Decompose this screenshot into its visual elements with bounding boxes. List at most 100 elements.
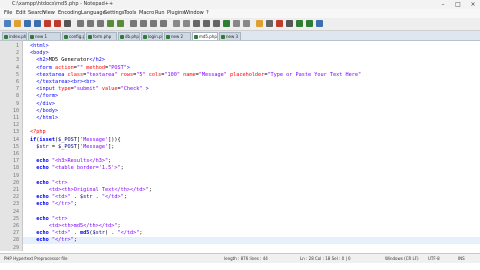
code-line[interactable]: 9 </div>	[0, 101, 480, 108]
sync-v-icon[interactable]	[173, 20, 180, 27]
menu-run[interactable]: Run	[155, 10, 165, 16]
menu-settings[interactable]: Settings	[104, 10, 125, 16]
code-line[interactable]: 18 echo "<table border='1.5'>";	[0, 165, 480, 172]
code-line[interactable]: 7 <input type="submit" value="Check" >	[0, 86, 480, 93]
code-line[interactable]: 23 echo "</tr>";	[0, 201, 480, 208]
code-text: <h2>MD5 Generator</h2>	[30, 57, 105, 64]
code-token: <form	[30, 64, 55, 71]
code-line[interactable]: 2 <body>	[0, 50, 480, 57]
code-line[interactable]: 11 </html>	[0, 115, 480, 122]
tab-md5-php[interactable]: md5.php	[192, 32, 218, 40]
code-line[interactable]: 12	[0, 122, 480, 129]
monitor-icon[interactable]	[266, 20, 273, 27]
lang-icon[interactable]	[223, 20, 230, 27]
code-line[interactable]: 8 </form>	[0, 93, 480, 100]
file-status-icon	[221, 35, 225, 39]
tab-db-php[interactable]: db.php	[118, 32, 140, 40]
code-line[interactable]: 17 echo "<h3>Results</h3>";	[0, 158, 480, 165]
find-icon[interactable]	[130, 20, 137, 27]
code-line[interactable]: 14 if(isset($_POST['Message'])){	[0, 137, 480, 144]
code-line[interactable]: 26 <td><th>md5</th></td>";	[0, 223, 480, 230]
save-all-icon[interactable]	[34, 20, 41, 27]
menu-encoding[interactable]: Encoding	[58, 10, 81, 16]
folder-icon[interactable]	[256, 20, 263, 27]
menu-edit[interactable]: Edit	[16, 10, 26, 16]
undo-icon[interactable]	[107, 20, 114, 27]
code-line[interactable]: 28 echo "</tr>";	[0, 237, 480, 245]
doc-map-icon[interactable]	[233, 20, 240, 27]
open-file-icon[interactable]	[14, 20, 21, 27]
wrap-icon[interactable]	[193, 20, 200, 27]
code-token: ])){	[108, 136, 121, 143]
copy-icon[interactable]	[87, 20, 94, 27]
menu-language[interactable]: Language	[81, 10, 106, 16]
print-icon[interactable]	[64, 20, 71, 27]
record-macro-icon[interactable]	[276, 20, 283, 27]
toolbar	[0, 18, 480, 31]
code-token: </textarea>	[30, 79, 71, 85]
run-macro-icon[interactable]	[306, 20, 313, 27]
tab-config-php[interactable]: config.php	[62, 32, 85, 40]
code-text: <td><th>md5</th></td>";	[30, 223, 121, 230]
code-line[interactable]: 24	[0, 209, 480, 216]
new-file-icon[interactable]	[4, 20, 11, 27]
minimize-button[interactable]: –	[436, 0, 450, 9]
code-editor[interactable]: 1 <html> 2 <body> 3 <h2>MD5 Generator</h2> 4 …	[0, 41, 480, 251]
code-line[interactable]: 22 echo "<td>" . $str . "</td>";	[0, 194, 480, 201]
file-status-icon	[143, 35, 147, 39]
code-line[interactable]: 16	[0, 151, 480, 158]
sync-h-icon[interactable]	[183, 20, 190, 27]
menu-tools[interactable]: Tools	[124, 10, 136, 16]
tab-login-php[interactable]: login.php	[141, 32, 163, 40]
zoom-in-icon[interactable]	[150, 20, 157, 27]
menu-help[interactable]: ?	[206, 10, 209, 16]
menu-window[interactable]: Window	[184, 10, 204, 16]
zoom-out-icon[interactable]	[160, 20, 167, 27]
code-line[interactable]: 20 echo "<tr>	[0, 180, 480, 187]
code-line[interactable]: 13 <?php	[0, 129, 480, 136]
code-line[interactable]: 27 echo "<td>" . md5($str) . "</td>";	[0, 230, 480, 237]
menu-plugins[interactable]: Plugins	[167, 10, 185, 16]
code-line[interactable]: 21 <td><th>Original Text</th></td>";	[0, 187, 480, 194]
code-token: rows	[117, 71, 134, 78]
tab-index-php[interactable]: index.php	[2, 32, 27, 40]
maximize-button[interactable]: □	[451, 0, 465, 9]
function-list-icon[interactable]	[243, 20, 250, 27]
tab-new-1[interactable]: new 1	[28, 32, 61, 40]
code-token: <body>	[30, 50, 49, 57]
paste-icon[interactable]	[97, 20, 104, 27]
redo-icon[interactable]	[117, 20, 124, 27]
indent-guide-icon[interactable]	[213, 20, 220, 27]
tab-new-2[interactable]: new 2	[164, 32, 191, 40]
code-line[interactable]: 3 <h2>MD5 Generator</h2>	[0, 57, 480, 64]
close-button[interactable]: ×	[466, 0, 480, 9]
code-line[interactable]: 10 </body>	[0, 108, 480, 115]
line-number: 19	[12, 172, 19, 179]
all-chars-icon[interactable]	[203, 20, 210, 27]
file-status-icon	[4, 35, 8, 39]
cut-icon[interactable]	[77, 20, 84, 27]
code-line[interactable]: 29	[0, 245, 480, 251]
close-icon[interactable]	[44, 20, 51, 27]
save-macro-icon[interactable]	[316, 20, 323, 27]
stop-macro-icon[interactable]	[286, 20, 293, 27]
code-line[interactable]: 25 echo "<tr>	[0, 216, 480, 223]
tab-new-3[interactable]: new 3	[219, 32, 241, 40]
code-token: value	[98, 86, 118, 93]
save-icon[interactable]	[24, 20, 31, 27]
play-macro-icon[interactable]	[296, 20, 303, 27]
code-token: ;	[139, 230, 143, 237]
menu-macro[interactable]: Macro	[139, 10, 154, 16]
code-line[interactable]: 1 <html>	[0, 43, 480, 50]
code-line[interactable]: 4 <form action="" method="POST">	[0, 65, 480, 72]
menu-view[interactable]: View	[43, 10, 55, 16]
tab-bar: index.php new 1 config.php form.php db.php lo…	[0, 31, 480, 41]
menu-file[interactable]: File	[4, 10, 12, 16]
code-line[interactable]: 5 <textarea class="textarea" rows="5" co…	[0, 72, 480, 79]
code-line[interactable]: 6 </textarea><br><br>	[0, 79, 480, 86]
replace-icon[interactable]	[140, 20, 147, 27]
code-line[interactable]: 19	[0, 173, 480, 180]
code-line[interactable]: 15 $str = $_POST['Message'];	[0, 144, 480, 151]
tab-form-php[interactable]: form.php	[86, 32, 117, 40]
close-all-icon[interactable]	[54, 20, 61, 27]
